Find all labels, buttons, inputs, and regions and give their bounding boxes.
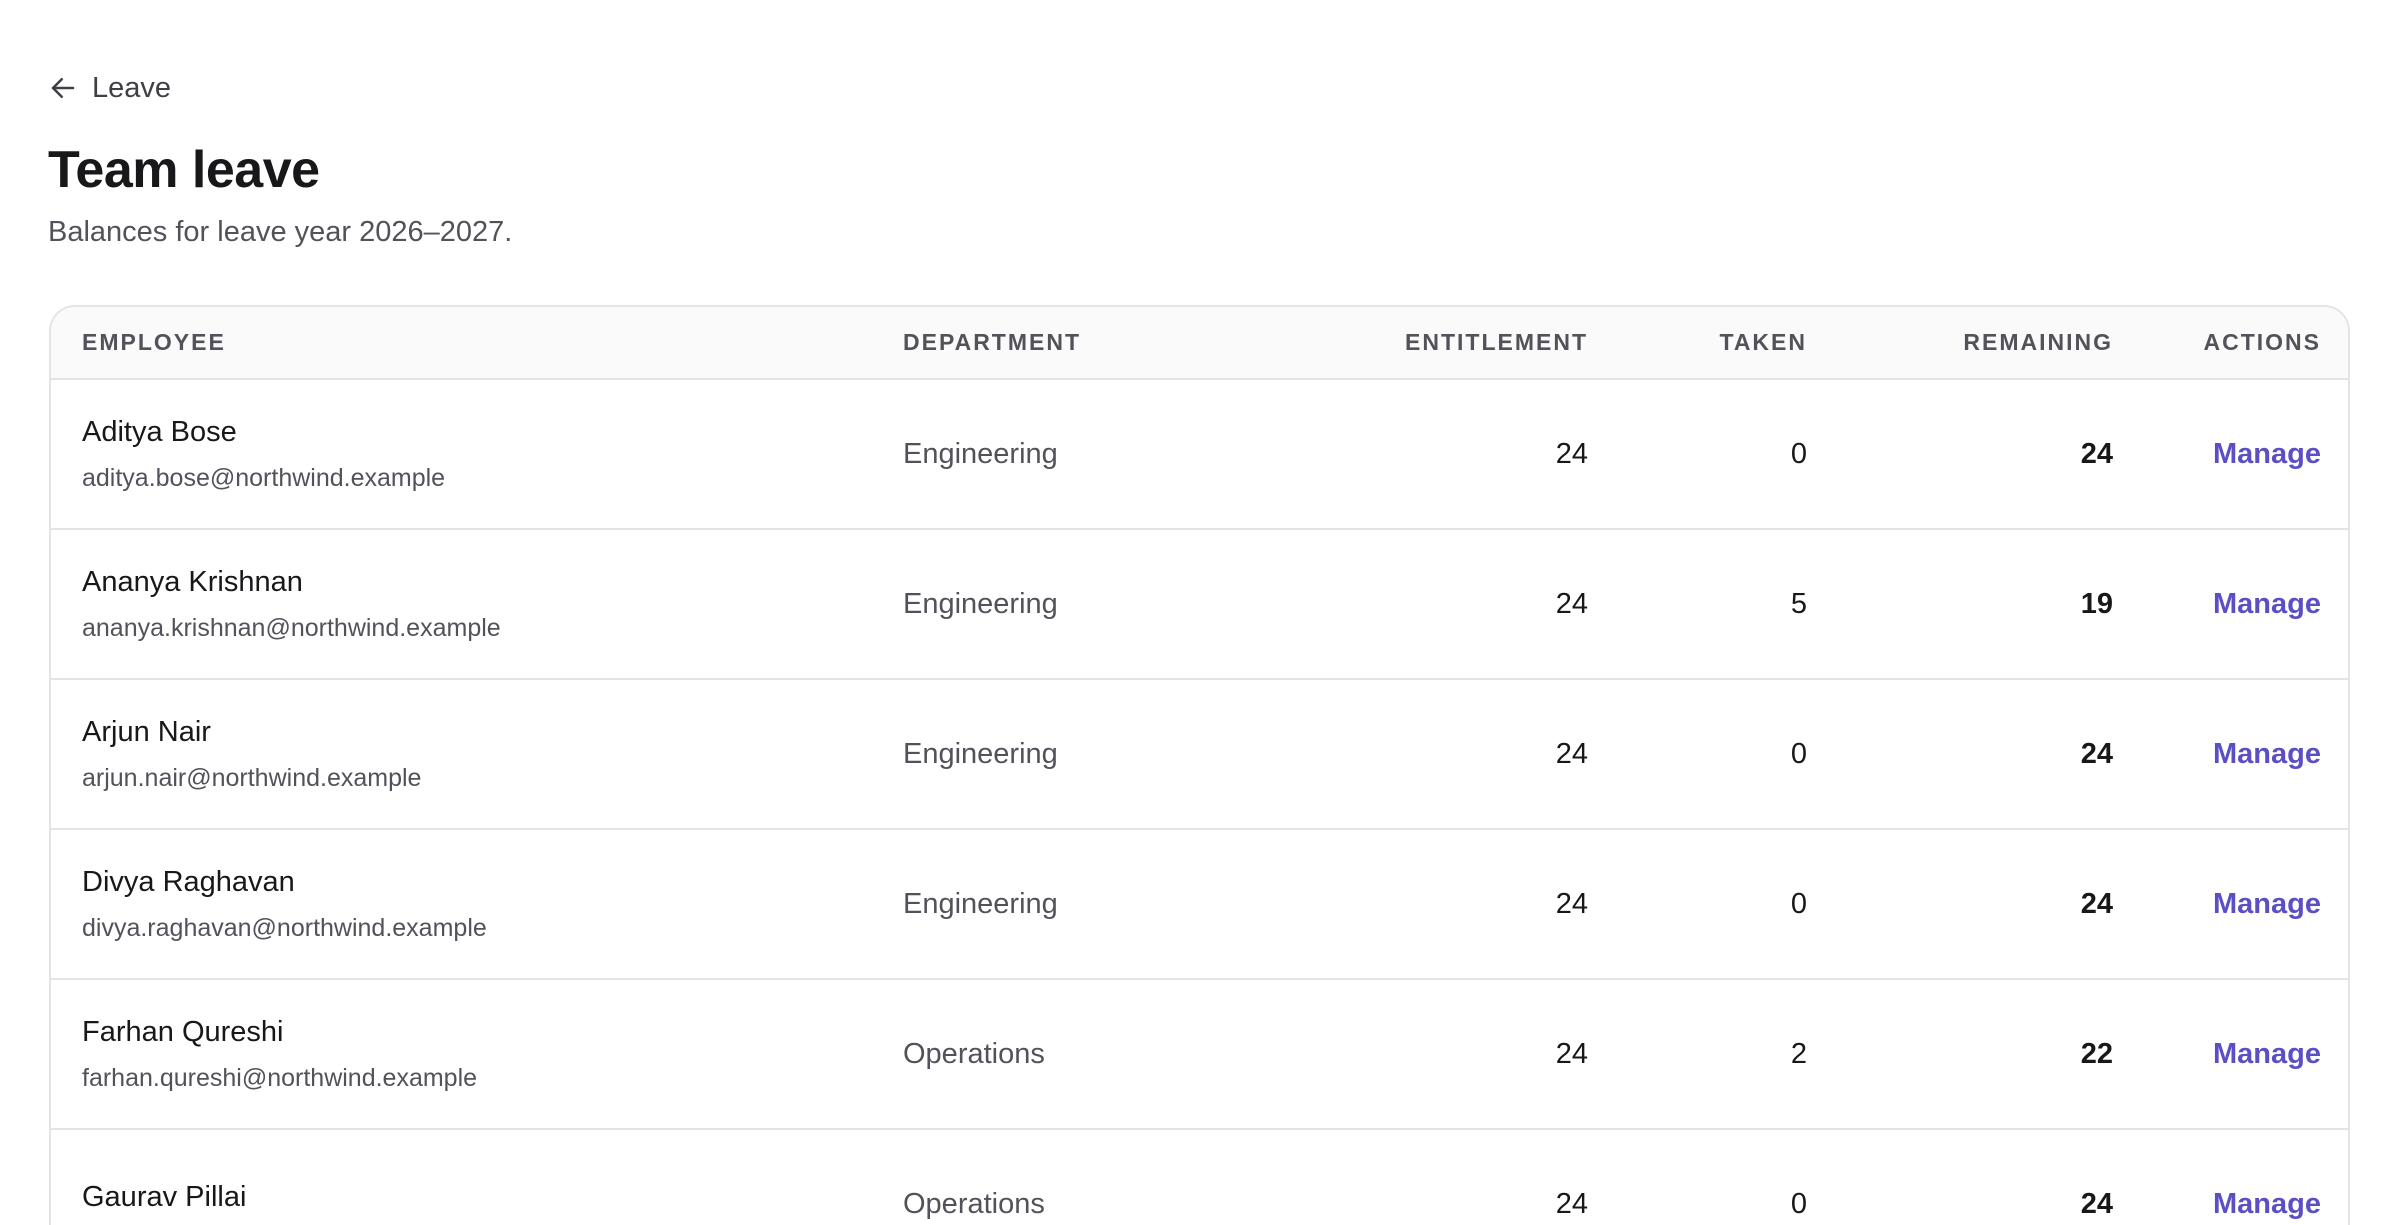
employee-cell: Ananya Krishnan ananya.krishnan@northwin… — [51, 529, 903, 680]
department-value: Engineering — [903, 887, 1058, 920]
taken-value: 0 — [1790, 887, 1807, 920]
manage-link[interactable]: Manage — [2213, 1038, 2321, 1070]
column-header-actions: Actions — [2113, 307, 2348, 380]
employee-name: Divya Raghavan — [82, 865, 295, 898]
employee-email: aditya.bose@northwind.example — [82, 464, 446, 493]
page-subtitle: Balances for leave year 2026–2027. — [48, 216, 513, 248]
employee-name: Gaurav Pillai — [82, 1180, 247, 1213]
table-row: Ananya Krishnan ananya.krishnan@northwin… — [51, 529, 2348, 680]
table-row: Gaurav Pillai Operations 24 0 24 Manage — [51, 1129, 2348, 1225]
department-value: Engineering — [903, 437, 1058, 470]
remaining-value: 24 — [2080, 737, 2113, 770]
leave-balances-table: Employee Department Entitlement Taken Re… — [49, 305, 2350, 1225]
table-row: Aditya Bose aditya.bose@northwind.exampl… — [51, 379, 2348, 530]
employee-cell: Divya Raghavan divya.raghavan@northwind.… — [51, 829, 903, 980]
employee-name: Aditya Bose — [82, 415, 237, 448]
employee-email: divya.raghavan@northwind.example — [82, 914, 487, 943]
table-row: Divya Raghavan divya.raghavan@northwind.… — [51, 829, 2348, 980]
employee-name: Farhan Qureshi — [82, 1015, 284, 1048]
manage-link[interactable]: Manage — [2213, 738, 2321, 770]
taken-value: 2 — [1790, 1037, 1807, 1070]
back-link[interactable]: Leave — [48, 66, 171, 110]
entitlement-value: 24 — [1555, 887, 1588, 920]
table-row: Farhan Qureshi farhan.qureshi@northwind.… — [51, 979, 2348, 1130]
employee-email: arjun.nair@northwind.example — [82, 764, 422, 793]
manage-link[interactable]: Manage — [2213, 438, 2321, 470]
department-value: Engineering — [903, 737, 1058, 770]
entitlement-value: 24 — [1555, 737, 1588, 770]
remaining-value: 24 — [2080, 887, 2113, 920]
taken-value: 0 — [1790, 437, 1807, 470]
remaining-value: 24 — [2080, 437, 2113, 470]
column-header-employee: Employee — [51, 307, 903, 380]
table-row: Arjun Nair arjun.nair@northwind.example … — [51, 679, 2348, 830]
team-leave-page: Leave Team leave Balances for leave year… — [0, 0, 2400, 1225]
manage-link[interactable]: Manage — [2213, 888, 2321, 920]
employee-cell: Gaurav Pillai — [51, 1129, 903, 1225]
employee-name: Arjun Nair — [82, 715, 211, 748]
column-header-remaining: Remaining — [1807, 307, 2113, 380]
remaining-value: 24 — [2080, 1187, 2113, 1220]
column-header-department: Department — [903, 307, 1163, 380]
table-header-row: Employee Department Entitlement Taken Re… — [51, 307, 2348, 380]
remaining-value: 22 — [2080, 1037, 2113, 1070]
department-value: Operations — [903, 1037, 1045, 1070]
remaining-value: 19 — [2080, 587, 2113, 620]
back-link-label: Leave — [92, 71, 172, 104]
manage-link[interactable]: Manage — [2213, 1188, 2321, 1220]
entitlement-value: 24 — [1555, 587, 1588, 620]
entitlement-value: 24 — [1555, 1187, 1588, 1220]
taken-value: 5 — [1790, 587, 1807, 620]
manage-link[interactable]: Manage — [2213, 588, 2321, 620]
employee-name: Ananya Krishnan — [82, 565, 303, 598]
entitlement-value: 24 — [1555, 1037, 1588, 1070]
employee-cell: Farhan Qureshi farhan.qureshi@northwind.… — [51, 979, 903, 1130]
employee-cell: Arjun Nair arjun.nair@northwind.example — [51, 679, 903, 830]
page-title: Team leave — [48, 141, 320, 199]
column-header-taken: Taken — [1588, 307, 1807, 380]
employee-email: farhan.qureshi@northwind.example — [82, 1064, 478, 1093]
employee-cell: Aditya Bose aditya.bose@northwind.exampl… — [51, 379, 903, 530]
employee-email: ananya.krishnan@northwind.example — [82, 614, 501, 643]
department-value: Operations — [903, 1187, 1045, 1220]
taken-value: 0 — [1790, 737, 1807, 770]
department-value: Engineering — [903, 587, 1058, 620]
column-header-entitlement: Entitlement — [1163, 307, 1588, 380]
entitlement-value: 24 — [1555, 437, 1588, 470]
taken-value: 0 — [1790, 1187, 1807, 1220]
arrow-left-icon — [48, 73, 78, 103]
